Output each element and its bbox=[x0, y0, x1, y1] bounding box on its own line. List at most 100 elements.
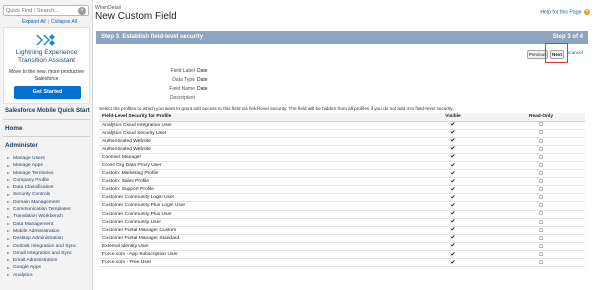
help-icon[interactable]: ? bbox=[584, 9, 590, 15]
home-link[interactable]: Home bbox=[5, 125, 23, 132]
read-only-checkbox[interactable] bbox=[539, 170, 543, 175]
read-only-cell[interactable] bbox=[497, 193, 585, 203]
sidebar-item[interactable]: Data Management bbox=[7, 221, 76, 228]
triangle-right-icon[interactable] bbox=[7, 208, 10, 211]
read-only-cell[interactable] bbox=[497, 250, 585, 260]
sidebar-item[interactable]: Manage Apps bbox=[7, 162, 76, 169]
triangle-right-icon[interactable] bbox=[7, 252, 10, 255]
sidebar-item-label[interactable]: Analytics bbox=[13, 273, 33, 278]
visible-cell[interactable]: ✔ bbox=[409, 161, 497, 171]
read-only-checkbox[interactable] bbox=[539, 179, 543, 184]
collapse-all-link[interactable]: Collapse All bbox=[51, 19, 77, 25]
visible-cell[interactable]: ✔ bbox=[409, 129, 497, 138]
triangle-right-icon[interactable] bbox=[7, 259, 10, 262]
visible-cell[interactable]: ✔ bbox=[409, 137, 497, 146]
sidebar-item-label[interactable]: Desktop Administration bbox=[13, 236, 63, 241]
triangle-right-icon[interactable] bbox=[7, 171, 10, 174]
checkmark-icon[interactable]: ✔ bbox=[450, 260, 455, 266]
sidebar-item[interactable]: Outlook Integration and Sync bbox=[7, 243, 76, 250]
sidebar-item-label[interactable]: Email Administration bbox=[13, 258, 57, 263]
sidebar-item-label[interactable]: Data Classification bbox=[13, 185, 54, 190]
read-only-checkbox[interactable] bbox=[539, 235, 543, 240]
read-only-checkbox[interactable] bbox=[539, 227, 543, 232]
read-only-cell[interactable] bbox=[497, 234, 585, 243]
read-only-cell[interactable] bbox=[497, 201, 585, 211]
checkmark-icon[interactable]: ✔ bbox=[450, 122, 455, 128]
checkmark-icon[interactable]: ✔ bbox=[450, 130, 455, 136]
read-only-checkbox[interactable] bbox=[539, 195, 543, 200]
read-only-checkbox[interactable] bbox=[539, 122, 543, 127]
expand-all-link[interactable]: Expand All bbox=[22, 19, 46, 25]
visible-cell[interactable]: ✔ bbox=[409, 201, 497, 211]
triangle-right-icon[interactable] bbox=[7, 157, 10, 160]
visible-cell[interactable]: ✔ bbox=[409, 121, 497, 130]
read-only-checkbox[interactable] bbox=[539, 138, 543, 143]
checkmark-icon[interactable]: ✔ bbox=[450, 179, 455, 185]
checkmark-icon[interactable]: ✔ bbox=[450, 195, 455, 201]
sidebar-item[interactable]: Data Classification bbox=[7, 184, 76, 191]
cancel-link[interactable]: Cancel bbox=[568, 51, 583, 56]
visible-cell[interactable]: ✔ bbox=[409, 226, 497, 235]
sidebar-item-label[interactable]: Outlook Integration and Sync bbox=[13, 244, 76, 249]
read-only-cell[interactable] bbox=[497, 129, 585, 138]
read-only-checkbox[interactable] bbox=[539, 219, 543, 224]
visible-column-header[interactable]: Visible bbox=[409, 113, 497, 122]
triangle-right-icon[interactable] bbox=[7, 179, 10, 182]
read-only-checkbox[interactable] bbox=[539, 203, 543, 208]
checkmark-icon[interactable]: ✔ bbox=[450, 171, 455, 177]
triangle-right-icon[interactable] bbox=[7, 244, 10, 247]
checkmark-icon[interactable]: ✔ bbox=[450, 138, 455, 144]
quick-find-input[interactable] bbox=[4, 6, 76, 15]
checkmark-icon[interactable]: ✔ bbox=[450, 211, 455, 217]
triangle-right-icon[interactable] bbox=[7, 186, 10, 189]
read-only-checkbox[interactable] bbox=[539, 187, 543, 192]
sidebar-item-label[interactable]: Google Apps bbox=[13, 265, 41, 270]
read-only-cell[interactable] bbox=[497, 210, 585, 219]
visible-cell[interactable]: ✔ bbox=[409, 242, 497, 252]
mobile-quick-start-link[interactable]: Salesforce Mobile Quick Start bbox=[5, 108, 90, 114]
read-only-cell[interactable] bbox=[497, 153, 585, 162]
read-only-checkbox[interactable] bbox=[539, 243, 543, 248]
read-only-cell[interactable] bbox=[497, 169, 585, 179]
next-button[interactable]: Next bbox=[550, 50, 564, 59]
clear-icon[interactable]: × bbox=[78, 7, 86, 15]
quick-find-box[interactable]: × bbox=[3, 5, 89, 16]
sidebar-item[interactable]: Security Controls bbox=[7, 191, 76, 198]
sidebar-item-label[interactable]: Security Controls bbox=[13, 192, 50, 197]
sidebar-item-label[interactable]: Manage Territories bbox=[13, 171, 53, 176]
read-only-cell[interactable] bbox=[497, 258, 585, 268]
read-only-checkbox[interactable] bbox=[539, 211, 543, 216]
sidebar-item[interactable]: Translation Workbench bbox=[7, 213, 76, 220]
visible-cell[interactable]: ✔ bbox=[409, 145, 497, 154]
read-only-cell[interactable] bbox=[497, 145, 585, 154]
triangle-right-icon[interactable] bbox=[7, 237, 10, 240]
read-only-cell[interactable] bbox=[497, 161, 585, 171]
visible-cell[interactable]: ✔ bbox=[409, 218, 497, 227]
read-only-checkbox[interactable] bbox=[539, 146, 543, 151]
sidebar-item[interactable]: Analytics bbox=[7, 272, 76, 279]
checkmark-icon[interactable]: ✔ bbox=[450, 154, 455, 160]
triangle-right-icon[interactable] bbox=[7, 193, 10, 196]
visible-cell[interactable]: ✔ bbox=[409, 250, 497, 260]
triangle-right-icon[interactable] bbox=[7, 274, 10, 277]
get-started-button[interactable]: Get Started bbox=[14, 86, 81, 99]
read-only-checkbox[interactable] bbox=[539, 130, 543, 135]
read-only-cell[interactable] bbox=[497, 242, 585, 252]
sidebar-item[interactable]: Manage Users bbox=[7, 155, 76, 162]
read-only-checkbox[interactable] bbox=[539, 162, 543, 167]
sidebar-item[interactable]: Email Administration bbox=[7, 257, 76, 264]
visible-cell[interactable]: ✔ bbox=[409, 153, 497, 162]
checkmark-icon[interactable]: ✔ bbox=[450, 219, 455, 225]
help-link-label[interactable]: Help for this Page bbox=[540, 9, 581, 15]
triangle-right-icon[interactable] bbox=[7, 201, 10, 204]
checkmark-icon[interactable]: ✔ bbox=[450, 243, 455, 249]
sidebar-item[interactable]: Domain Management bbox=[7, 199, 76, 206]
visible-cell[interactable]: ✔ bbox=[409, 169, 497, 179]
sidebar-item[interactable]: Google Apps bbox=[7, 264, 76, 271]
triangle-right-icon[interactable] bbox=[7, 215, 10, 218]
triangle-right-icon[interactable] bbox=[7, 230, 10, 233]
sidebar-item[interactable]: Manage Territories bbox=[7, 170, 76, 177]
read-only-checkbox[interactable] bbox=[539, 251, 543, 256]
sidebar-item-label[interactable]: Manage Users bbox=[13, 156, 45, 161]
checkmark-icon[interactable]: ✔ bbox=[450, 187, 455, 193]
